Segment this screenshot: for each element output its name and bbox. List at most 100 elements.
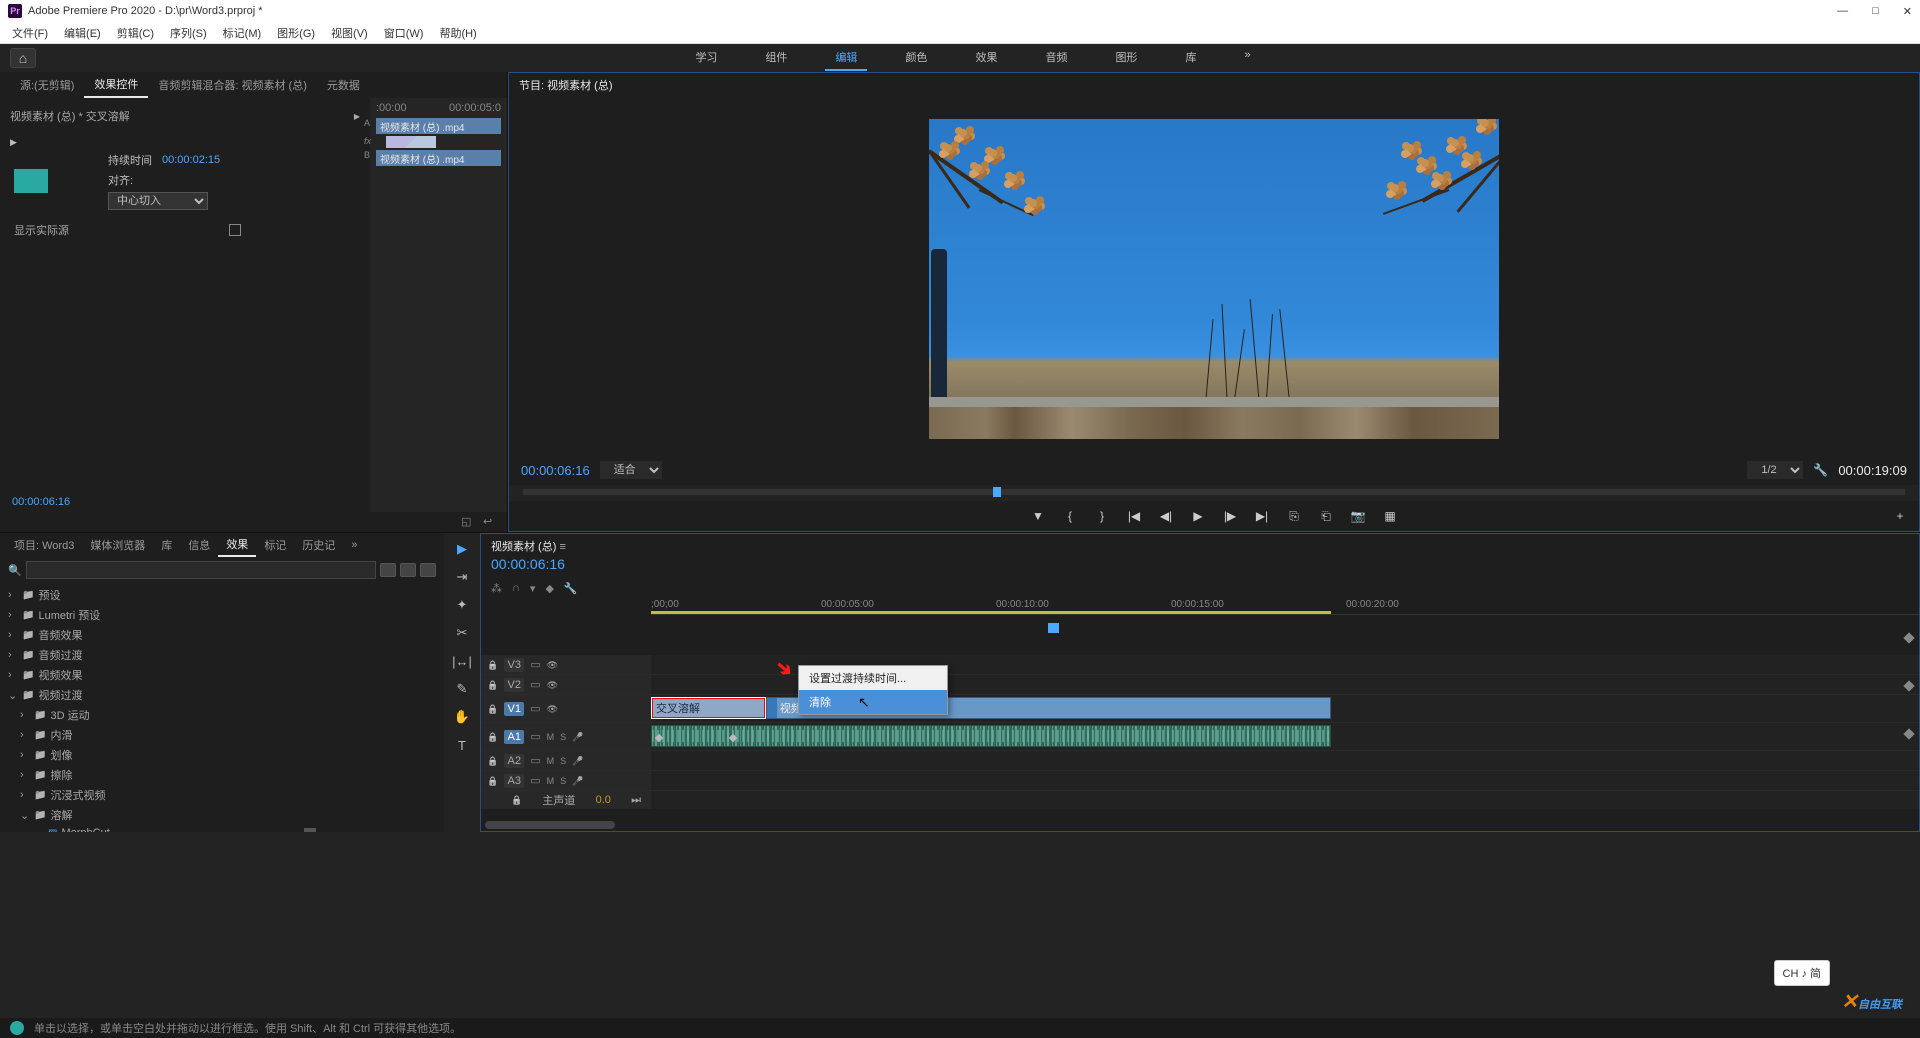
tree-lumetri[interactable]: Lumetri 预设	[0, 605, 444, 625]
lift[interactable]: ⎘	[1285, 507, 1303, 525]
zoom-fit-dropdown[interactable]: 适合	[600, 461, 662, 479]
program-time[interactable]: 00:00:06:16	[521, 463, 590, 478]
work-area-bar[interactable]	[651, 611, 1331, 614]
ec-clip-b[interactable]: 视频素材 (总) .mp4	[376, 150, 501, 166]
ws-audio[interactable]: 音频	[1035, 45, 1077, 71]
tree-audio-fx[interactable]: 音频效果	[0, 625, 444, 645]
step-fwd[interactable]: |▶	[1221, 507, 1239, 525]
opt-markers[interactable]: ▾	[530, 582, 536, 595]
ws-libraries[interactable]: 库	[1175, 45, 1206, 71]
ws-editing[interactable]: 编辑	[825, 45, 867, 71]
tab-info[interactable]: 信息	[180, 534, 218, 556]
extract[interactable]: ⎗	[1317, 507, 1335, 525]
tab-audio-mixer[interactable]: 音频剪辑混合器: 视频素材 (总)	[148, 73, 317, 97]
cm-set-duration[interactable]: 设置过渡持续时间...	[799, 666, 947, 690]
menu-marker[interactable]: 标记(M)	[215, 23, 270, 43]
tool-hand[interactable]: ✋	[452, 707, 472, 727]
tab-media-browser[interactable]: 媒体浏览器	[82, 534, 153, 556]
resolution-dropdown[interactable]: 1/2	[1747, 461, 1803, 479]
lock-v2[interactable]	[487, 679, 498, 691]
ec-clip-a[interactable]: 视频素材 (总) .mp4	[376, 118, 501, 134]
ec-play-preview[interactable]	[10, 134, 360, 150]
opt-settings[interactable]: 🔧	[564, 582, 578, 595]
tab-source[interactable]: 源:(无剪辑)	[10, 73, 84, 97]
effect-controls-timeline[interactable]: :00:00 00:00:05:0 A 视频素材 (总) .mp4 fx B 视…	[370, 98, 507, 512]
ws-assembly[interactable]: 组件	[755, 45, 797, 71]
export-frame[interactable]: 📷	[1349, 507, 1367, 525]
ws-color[interactable]: 颜色	[895, 45, 937, 71]
tab-markers[interactable]: 标记	[256, 534, 294, 556]
tab-effects[interactable]: 效果	[218, 533, 256, 557]
filter-chip-2[interactable]	[400, 563, 416, 577]
tab-history[interactable]: 历史记	[294, 534, 343, 556]
close-button[interactable]: ✕	[1903, 5, 1912, 18]
ec-current-time[interactable]: 00:00:06:16	[8, 492, 74, 512]
menu-file[interactable]: 文件(F)	[4, 23, 56, 43]
menu-window[interactable]: 窗口(W)	[376, 23, 432, 43]
tree-slide[interactable]: 内滑	[0, 725, 444, 745]
tool-selection[interactable]: ▶	[452, 539, 472, 559]
clip-a1[interactable]	[651, 725, 1331, 747]
tree-iris[interactable]: 划像	[0, 745, 444, 765]
tree-wipe[interactable]: 擦除	[0, 765, 444, 785]
tree-morphcut[interactable]: MorphCut	[0, 825, 444, 832]
menu-clip[interactable]: 剪辑(C)	[109, 23, 162, 43]
align-select[interactable]: 中心切入	[108, 192, 208, 210]
settings-icon[interactable]	[1813, 463, 1828, 477]
tool-razor[interactable]: ✂	[452, 623, 472, 643]
mark-out[interactable]: }	[1093, 507, 1111, 525]
compare[interactable]: ▦	[1381, 507, 1399, 525]
maximize-button[interactable]: □	[1872, 5, 1879, 18]
step-back[interactable]: ◀|	[1157, 507, 1175, 525]
marker-add[interactable]: ▼	[1029, 507, 1047, 525]
ws-effects[interactable]: 效果	[965, 45, 1007, 71]
tree-dissolve[interactable]: 溶解	[0, 805, 444, 825]
tab-project[interactable]: 项目: Word3	[6, 534, 82, 556]
mark-in[interactable]: {	[1061, 507, 1079, 525]
clip-transition[interactable]: 交叉溶解	[651, 697, 766, 719]
cm-clear[interactable]: 清除	[799, 690, 947, 714]
tree-video-fx[interactable]: 视频效果	[0, 665, 444, 685]
ec-play-icon[interactable]	[354, 110, 360, 122]
menu-edit[interactable]: 编辑(E)	[56, 23, 109, 43]
tab-overflow[interactable]	[343, 536, 365, 554]
opt-link[interactable]: ∩	[512, 582, 520, 595]
show-actual-checkbox[interactable]	[229, 224, 241, 236]
lock-a2[interactable]	[487, 755, 498, 767]
play[interactable]: ▶	[1189, 507, 1207, 525]
lock-a1[interactable]	[487, 731, 498, 743]
timeline-time[interactable]: 00:00:06:16	[491, 554, 1909, 574]
tab-effect-controls[interactable]: 效果控件	[84, 72, 148, 98]
menu-view[interactable]: 视图(V)	[323, 23, 376, 43]
tool-type[interactable]: T	[452, 735, 472, 755]
sequence-name[interactable]: 视频素材 (总)	[491, 541, 556, 553]
opt-snap[interactable]: ⁂	[491, 582, 502, 595]
program-tab[interactable]: 节目: 视频素材 (总)	[519, 77, 613, 93]
lock-a3[interactable]	[487, 775, 498, 787]
ec-btn-1[interactable]: ◱	[461, 515, 475, 529]
lock-v1[interactable]	[487, 703, 498, 715]
duration-value[interactable]: 00:00:02:15	[162, 154, 220, 166]
ws-graphics[interactable]: 图形	[1105, 45, 1147, 71]
goto-out[interactable]: ▶|	[1253, 507, 1271, 525]
ec-btn-2[interactable]: ↩	[483, 515, 497, 529]
filter-chip-1[interactable]	[380, 563, 396, 577]
button-editor[interactable]: +	[1891, 507, 1909, 525]
menu-help[interactable]: 帮助(H)	[431, 23, 484, 43]
ws-learn[interactable]: 学习	[685, 45, 727, 71]
tree-3d-motion[interactable]: 3D 运动	[0, 705, 444, 725]
tree-immersive[interactable]: 沉浸式视频	[0, 785, 444, 805]
effects-search-input[interactable]	[26, 561, 376, 579]
goto-in[interactable]: |◀	[1125, 507, 1143, 525]
tool-pen[interactable]: ✎	[452, 679, 472, 699]
ec-transition-block[interactable]	[386, 136, 436, 148]
timeline-ruler[interactable]: ;00;00 00:00:05:00 00:00:10:00 00:00:15:…	[651, 599, 1919, 615]
home-button[interactable]	[10, 48, 36, 68]
video-preview[interactable]	[509, 97, 1919, 455]
tree-presets[interactable]: 预设	[0, 585, 444, 605]
menu-sequence[interactable]: 序列(S)	[162, 23, 215, 43]
tree-video-tr[interactable]: 视频过渡	[0, 685, 444, 705]
tab-metadata[interactable]: 元数据	[317, 73, 370, 97]
scrub-bar[interactable]	[509, 485, 1919, 501]
opt-insert[interactable]: ◆	[545, 582, 553, 595]
